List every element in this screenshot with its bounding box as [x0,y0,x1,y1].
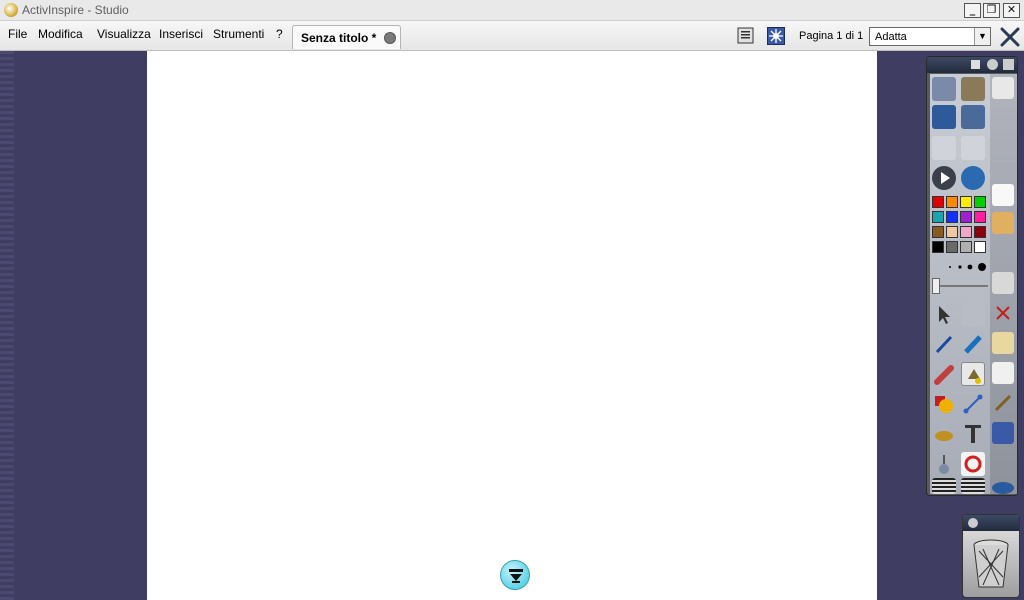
menu-modifica[interactable]: Modifica [38,27,83,41]
scroll-icon[interactable] [932,478,956,494]
trash-header [963,515,1019,531]
magic-ink-icon[interactable] [961,302,985,326]
play-icon[interactable] [932,166,956,190]
chevron-down-icon[interactable]: ▼ [974,28,990,45]
lasso-icon[interactable] [961,478,985,494]
previous-page-icon[interactable] [932,136,956,160]
slider-handle[interactable] [932,278,940,294]
menu-bar: File Modifica Visualizza Inserisci Strum… [0,21,1024,51]
spotlight-icon[interactable] [992,272,1014,294]
color-swatch[interactable] [946,241,958,253]
toolbox-close-icon[interactable] [1003,59,1014,70]
toolbox-main-column [930,74,990,494]
user-icon[interactable] [992,77,1014,99]
minimize-button[interactable]: _ [964,3,981,18]
settings-icon[interactable] [968,518,978,528]
color-swatch[interactable] [974,211,986,223]
app-logo-icon [4,3,18,17]
text-icon[interactable] [961,422,985,446]
fill-icon[interactable] [961,362,985,386]
main-toolbox [926,56,1018,496]
eraser-icon[interactable] [932,362,956,386]
color-swatch[interactable] [946,196,958,208]
close-button[interactable]: ✕ [1003,3,1020,18]
properties-icon[interactable] [961,105,985,129]
page-indicator: Pagina 1 di 1 [799,30,864,42]
color-swatch[interactable] [960,241,972,253]
menu-inserisci[interactable]: Inserisci [159,27,203,41]
color-swatch[interactable] [960,226,972,238]
pen-width-selector[interactable] [932,260,990,272]
color-swatch[interactable] [960,211,972,223]
select-icon[interactable] [932,302,956,326]
page-browser-icon[interactable] [932,105,956,129]
clipboard-icon[interactable] [992,362,1014,384]
dual-user-tool-icon[interactable] [992,422,1014,444]
connector-icon[interactable] [961,392,985,416]
pin-icon[interactable] [971,60,980,69]
zoom-value: Adatta [875,31,907,43]
globe-icon[interactable] [992,482,1014,494]
color-swatch[interactable] [946,211,958,223]
color-swatch[interactable] [932,241,944,253]
shape-icon[interactable] [932,392,956,416]
toolbox-header[interactable] [927,57,1017,73]
restore-button[interactable]: ❐ [983,3,1000,18]
tab-document[interactable]: Senza titolo * [292,25,401,49]
highlighter-icon[interactable] [961,332,985,356]
clear-icon[interactable] [932,452,956,476]
window-title: ActivInspire - Studio [22,3,129,17]
camera-icon[interactable] [992,212,1014,234]
width-slider[interactable] [932,278,990,294]
notes-icon[interactable] [737,27,754,44]
color-swatch[interactable] [974,241,986,253]
color-swatch[interactable] [932,196,944,208]
title-bar: ActivInspire - Studio _ ❐ ✕ [0,0,1024,21]
tab-document-label: Senza titolo * [301,31,377,45]
menu-help[interactable]: ? [276,27,283,41]
flipchart-page[interactable] [147,51,877,600]
color-swatch[interactable] [946,226,958,238]
color-swatch[interactable] [974,196,986,208]
color-swatch[interactable] [974,226,986,238]
pen-icon[interactable] [932,332,956,356]
menu-file[interactable]: File [8,27,27,41]
delete-icon[interactable] [992,302,1014,324]
undo-icon[interactable] [961,452,985,476]
marquee-icon[interactable] [932,422,956,446]
menu-visualizza[interactable]: Visualizza [97,27,151,41]
color-swatch[interactable] [932,211,944,223]
trash-can-icon[interactable] [971,537,1011,591]
flipchart-browser-icon[interactable] [932,77,956,101]
copy-icon[interactable] [992,184,1014,206]
resource-library-icon[interactable] [961,77,985,101]
page-extender-button[interactable] [500,560,530,590]
ruler-icon[interactable] [992,392,1014,414]
dual-user-icon[interactable] [767,27,785,45]
trash-panel [962,514,1020,598]
zoom-dropdown[interactable]: Adatta ▼ [869,27,991,46]
tab-close-icon[interactable] [384,32,396,44]
web-browser-icon[interactable] [961,166,985,190]
left-dock-strip [0,51,14,600]
next-page-icon[interactable] [961,136,985,160]
settings-icon[interactable] [987,59,998,70]
menu-strumenti[interactable]: Strumenti [213,27,264,41]
color-swatch[interactable] [932,226,944,238]
color-palette [932,196,990,256]
handwriting-recognition-icon[interactable] [992,332,1014,354]
color-swatch[interactable] [960,196,972,208]
toolbox-side-column [990,74,1017,494]
collapse-icon[interactable] [999,26,1021,48]
